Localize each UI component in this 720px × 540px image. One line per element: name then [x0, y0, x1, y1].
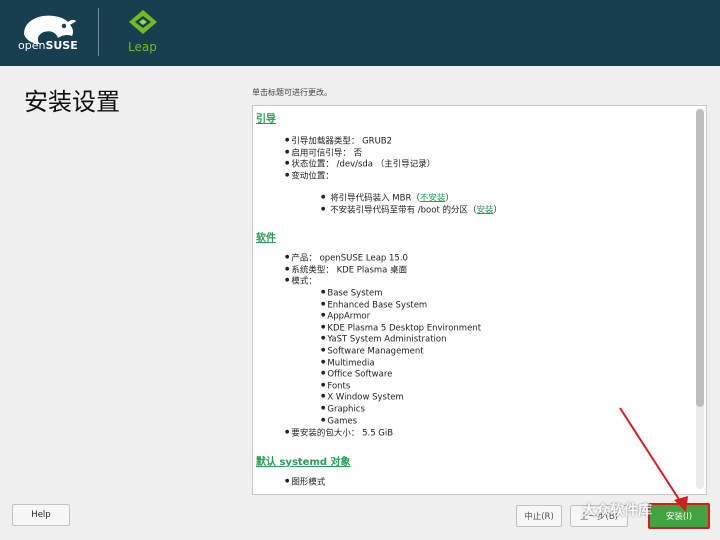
paren-close: ） — [445, 193, 454, 204]
list-item: 启用可信引导： 否 — [285, 147, 435, 159]
list-item: 系统类型： KDE Plasma 桌面 — [285, 264, 408, 276]
boot-sub-list: 将引导代码装入 MBR（不安装） 不安装引导代码至带有 /boot 的分区（安装… — [321, 192, 502, 215]
settings-panel: 引导 引导加载器类型： GRUB2 启用可信引导： 否 状态位置： /dev/s… — [252, 105, 707, 495]
list-item: 模式： — [285, 275, 408, 287]
list-item: Graphics — [321, 403, 481, 415]
scrollbar-thumb[interactable] — [696, 109, 704, 407]
boot-mbr-toggle-link[interactable]: 不安装 — [420, 193, 446, 203]
list-item: YaST System Administration — [321, 333, 481, 345]
list-item: 图形模式 — [285, 476, 325, 488]
boot-list: 引导加载器类型： GRUB2 启用可信引导： 否 状态位置： /dev/sda … — [285, 135, 435, 181]
boot-partition-toggle-link[interactable]: 安装 — [476, 205, 493, 215]
list-item: Software Management — [321, 345, 481, 357]
vertical-scrollbar[interactable] — [696, 109, 704, 489]
boot-partition-text: 不安装引导代码至带有 /boot 的分区（ — [330, 204, 477, 215]
list-item: 引导加载器类型： GRUB2 — [285, 135, 435, 147]
software-size-list: 要安装的包大小： 5.5 GiB — [285, 427, 393, 439]
list-item: Enhanced Base System — [321, 299, 481, 311]
list-item: Games — [321, 415, 481, 427]
list-item: 产品： openSUSE Leap 15.0 — [285, 252, 408, 264]
leap-logo — [129, 10, 157, 34]
hint-text: 单击标题可进行更改。 — [252, 88, 332, 97]
install-button[interactable]: 安装(I) — [648, 503, 710, 529]
software-list: 产品： openSUSE Leap 15.0 系统类型： KDE Plasma … — [285, 252, 408, 287]
boot-mbr-text: 将引导代码装入 MBR（ — [330, 193, 420, 204]
page-title: 安装设置 — [24, 88, 120, 116]
leap-label: Leap — [128, 40, 157, 54]
list-item: 变动位置： — [285, 170, 435, 182]
paren-close: ） — [493, 204, 503, 215]
section-boot-title[interactable]: 引导 — [256, 110, 276, 125]
top-bar: openSUSE Leap — [0, 0, 720, 66]
pattern-list: Base System Enhanced Base System AppArmo… — [321, 287, 481, 426]
list-item: Base System — [321, 287, 481, 299]
systemd-list: 图形模式 — [285, 476, 325, 488]
list-item: AppArmor — [321, 310, 481, 322]
list-item: Multimedia — [321, 357, 481, 369]
back-button[interactable]: 上一步(B) — [570, 505, 628, 527]
list-item: 状态位置： /dev/sda （主引导记录） — [285, 158, 435, 170]
abort-button[interactable]: 中止(R) — [516, 505, 562, 527]
list-item: KDE Plasma 5 Desktop Environment — [321, 322, 481, 334]
section-software-title[interactable]: 软件 — [256, 229, 276, 244]
section-systemd-title[interactable]: 默认 systemd 对象 — [256, 453, 351, 468]
list-item: 要安装的包大小： 5.5 GiB — [285, 427, 393, 439]
list-item: Office Software — [321, 368, 481, 380]
list-item: Fonts — [321, 380, 481, 392]
list-item: 不安装引导代码至带有 /boot 的分区（安装） — [321, 204, 502, 216]
help-button[interactable]: Help — [12, 504, 70, 526]
list-item: X Window System — [321, 391, 481, 403]
header-divider — [98, 8, 99, 56]
list-item: 将引导代码装入 MBR（不安装） — [321, 192, 502, 204]
brand-wordmark: openSUSE — [18, 39, 78, 52]
